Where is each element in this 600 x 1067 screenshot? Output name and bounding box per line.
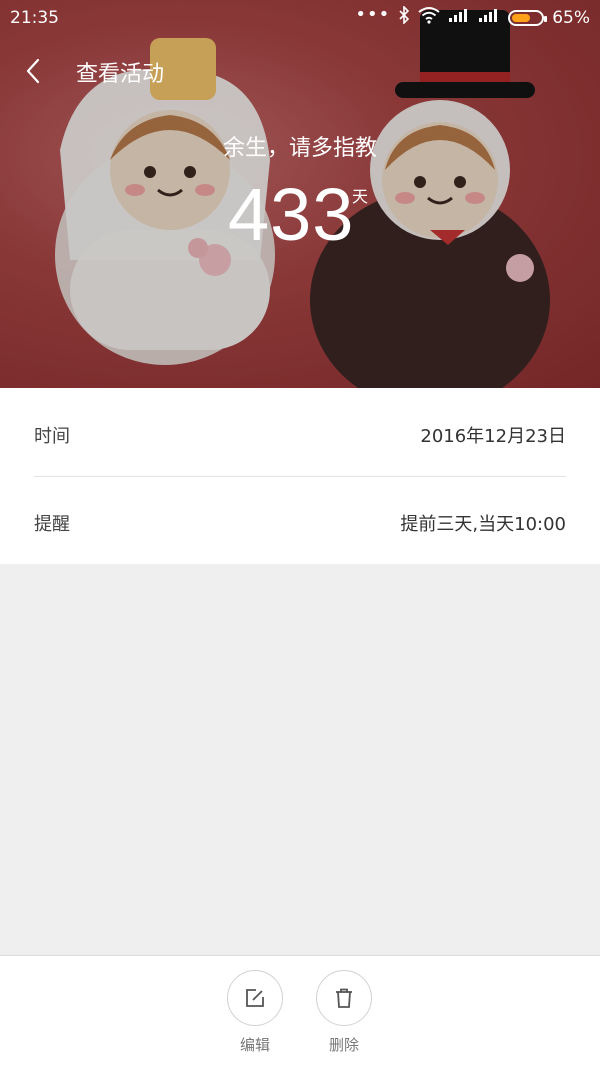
- event-title: 余生，请多指教: [222, 136, 377, 161]
- trash-icon: [336, 988, 352, 1008]
- detail-row-reminder: 提醒 提前三天,当天10:00: [0, 476, 600, 564]
- bluetooth-icon: [398, 5, 410, 29]
- wifi-icon: [418, 6, 440, 29]
- status-bar: 21:35 ••• 65%: [0, 0, 600, 36]
- detail-value: 2016年12月23日: [420, 426, 566, 447]
- edit-button[interactable]: 编辑: [225, 970, 285, 1055]
- detail-value: 提前三天,当天10:00: [400, 514, 566, 535]
- event-details: 时间 2016年12月23日 提醒 提前三天,当天10:00: [0, 388, 600, 564]
- detail-label: 提醒: [34, 514, 70, 535]
- edit-label: 编辑: [239, 1036, 270, 1054]
- battery-level-fill: [512, 13, 531, 22]
- edit-button-circle[interactable]: [227, 970, 283, 1026]
- battery-percent: 65%: [552, 7, 590, 28]
- battery-icon: [508, 9, 548, 26]
- detail-row-time: 时间 2016年12月23日: [0, 388, 600, 477]
- day-unit: 天: [352, 187, 369, 206]
- detail-label: 时间: [34, 426, 70, 447]
- day-count: 433: [228, 173, 355, 256]
- status-icons: ••• 65%: [355, 4, 590, 29]
- back-button[interactable]: [22, 56, 46, 86]
- delete-button[interactable]: 删除: [314, 970, 374, 1055]
- status-time: 21:35: [10, 8, 59, 28]
- edit-icon: [246, 989, 264, 1007]
- more-dots-icon: •••: [355, 4, 391, 25]
- signal-icon-2: [478, 7, 500, 28]
- battery-tip: [544, 15, 548, 22]
- delete-button-circle[interactable]: [316, 970, 372, 1026]
- delete-label: 删除: [328, 1036, 359, 1054]
- signal-icon-1: [448, 7, 470, 28]
- bottom-action-bar: 编辑 删除: [0, 955, 600, 1067]
- page-title: 查看活动: [76, 62, 165, 87]
- chevron-left-icon: [26, 58, 40, 84]
